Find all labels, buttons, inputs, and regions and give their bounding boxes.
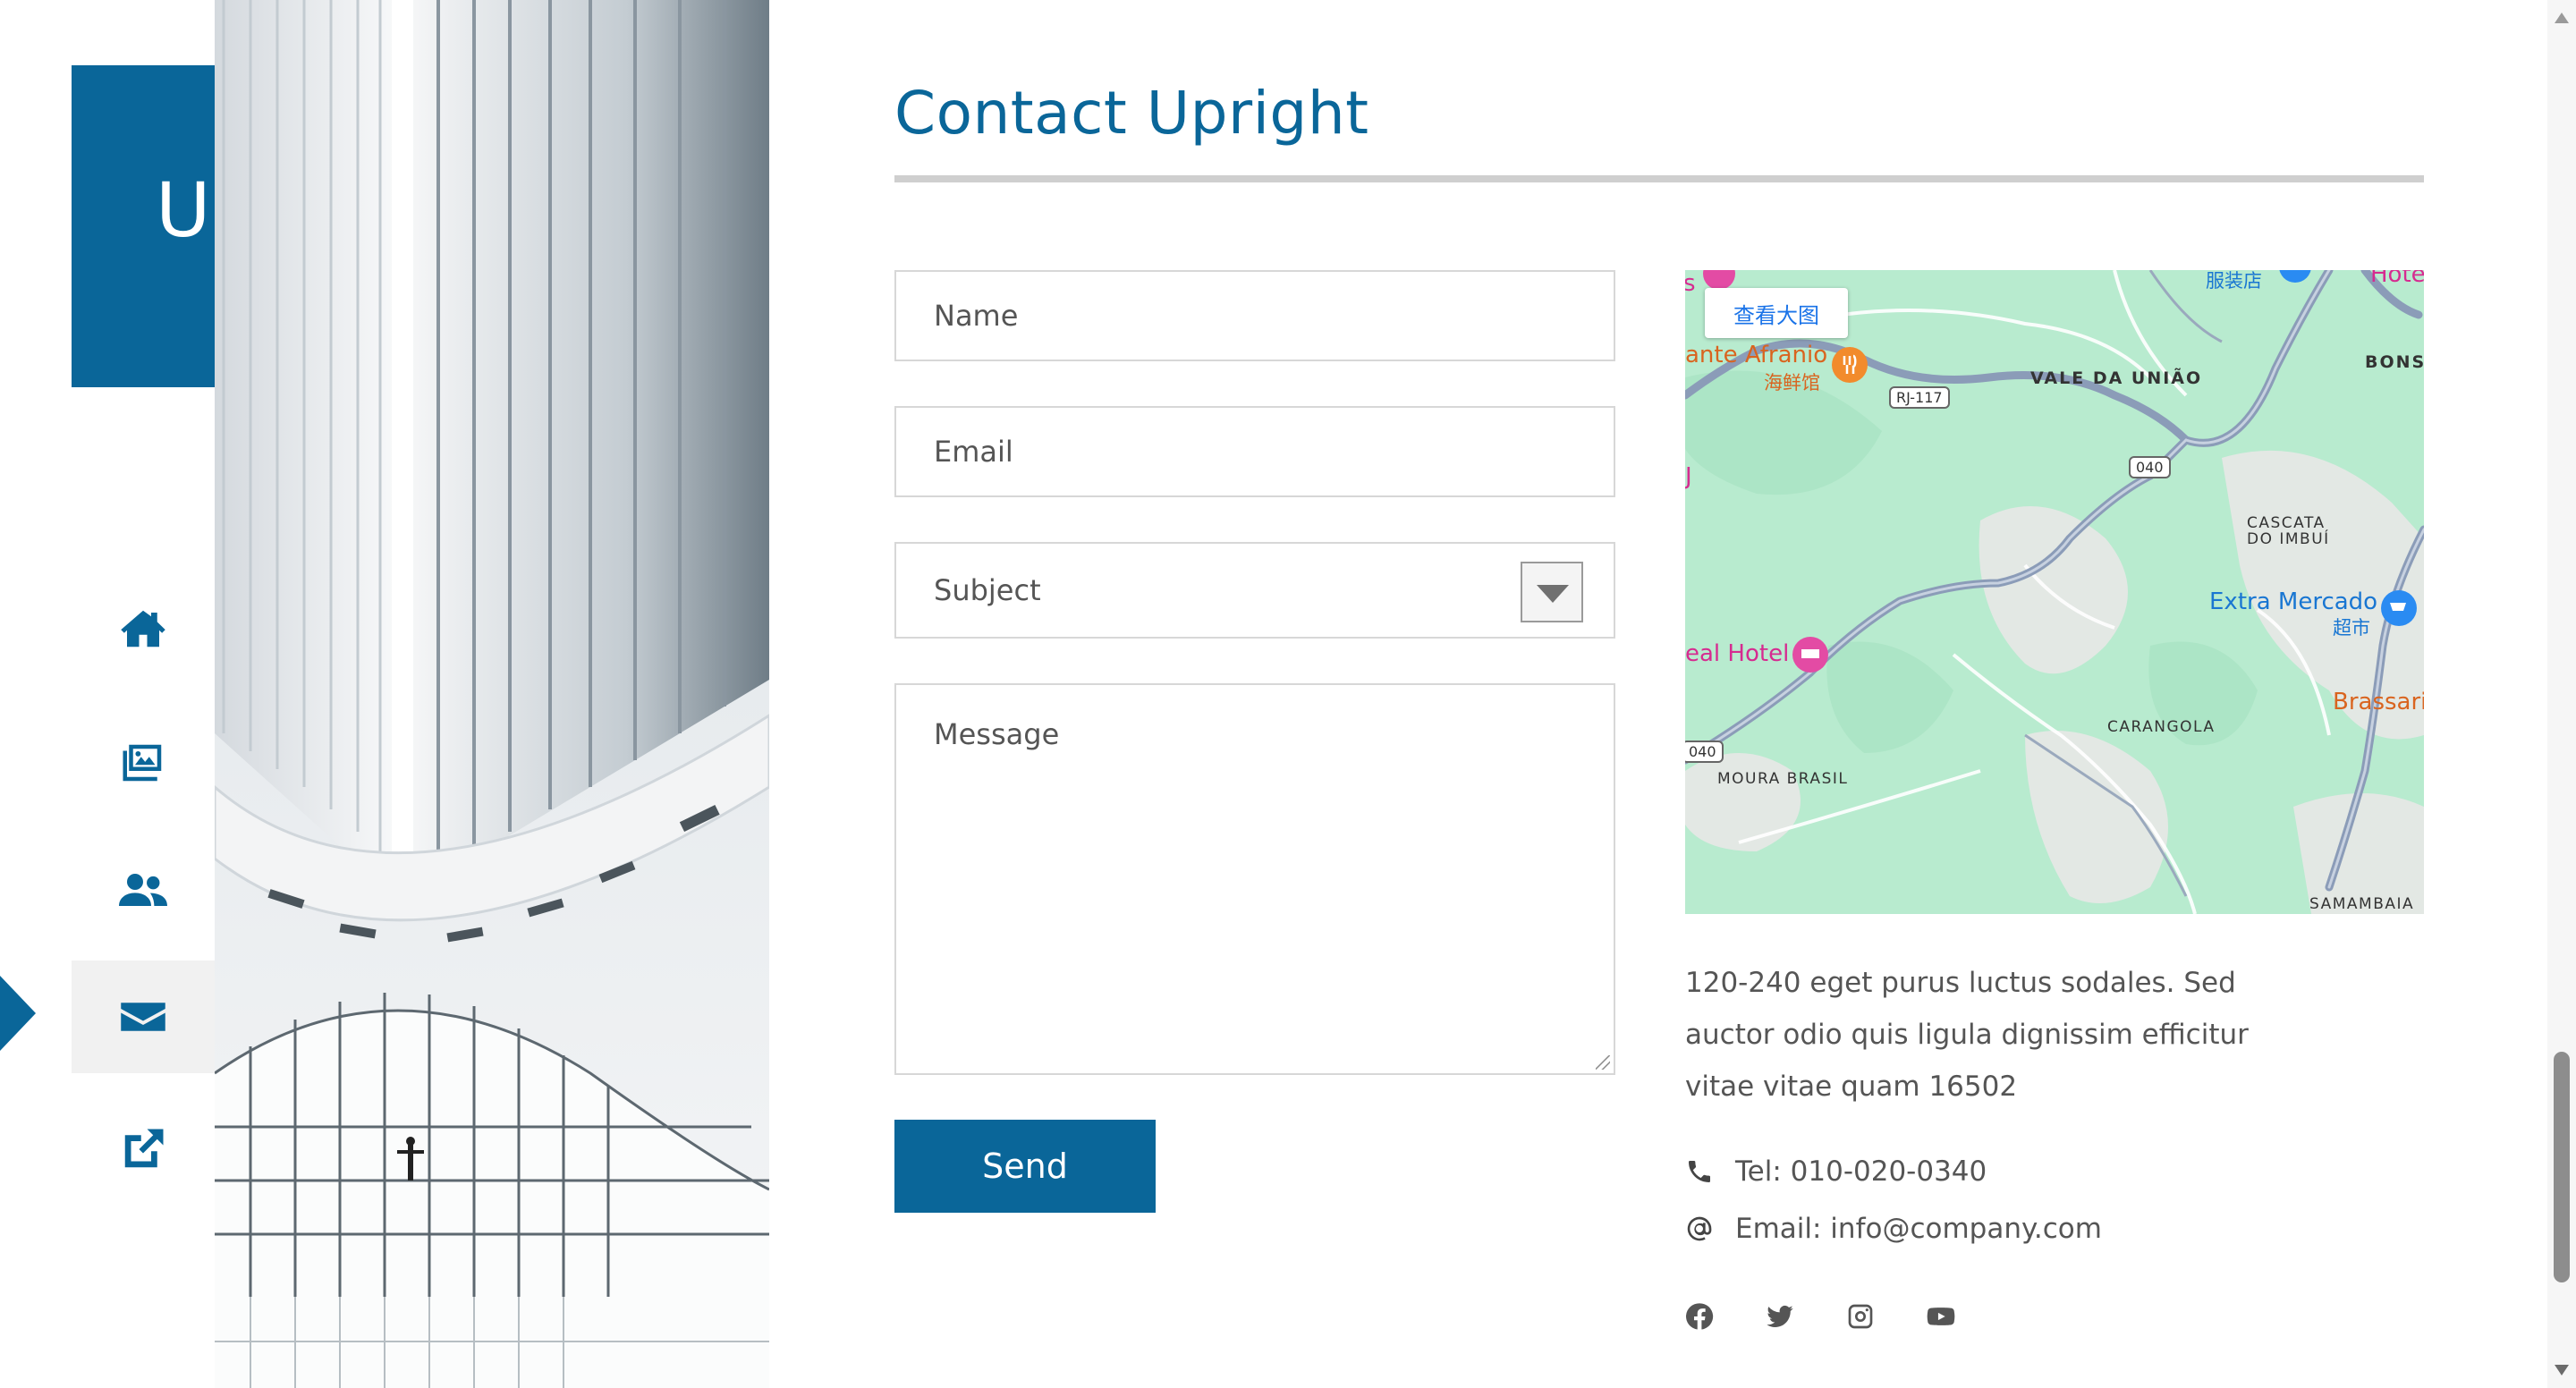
title-divider [894, 175, 2424, 182]
map-label-hote: Hote [2370, 270, 2424, 288]
chevron-down-icon[interactable] [1521, 562, 1583, 622]
scroll-down-arrow[interactable] [2555, 1365, 2569, 1375]
map-label-restaurant: ante Afranio [1685, 342, 1828, 368]
map-label-cascata-1: CASCATA [2247, 514, 2326, 532]
email-text: Email: info@company.com [1735, 1213, 2102, 1245]
scroll-thumb[interactable] [2554, 1052, 2570, 1282]
map-label-s: s [1685, 270, 1696, 297]
brand-letter: U [156, 166, 211, 254]
view-larger-map-button[interactable]: 查看大图 [1705, 288, 1848, 338]
nav-team[interactable] [72, 834, 215, 946]
subject-placeholder: Subject [934, 573, 1041, 607]
nav-home[interactable] [72, 572, 215, 685]
envelope-icon [121, 1003, 165, 1031]
youtube-icon[interactable] [1927, 1302, 1955, 1331]
message-textarea[interactable]: Message [894, 683, 1615, 1075]
road-shield-rj117: RJ-117 [1889, 386, 1950, 409]
message-placeholder: Message [934, 717, 1060, 751]
nav-gallery[interactable] [72, 707, 215, 819]
nav-external-link[interactable] [72, 1093, 215, 1206]
address-line: auctor odio quis ligula dignissim effici… [1685, 1019, 2249, 1051]
facebook-icon[interactable] [1685, 1302, 1714, 1331]
email-field[interactable]: Email [894, 406, 1615, 497]
map-label-samambaia: SAMAMBAIA [2309, 895, 2415, 913]
phone-text: Tel: 010-020-0340 [1735, 1155, 1987, 1188]
map[interactable]: 查看大图 s J 服装店 Hote ante Afranio 海鲜馆 RJ-11… [1685, 270, 2424, 914]
hero-image [215, 0, 769, 1388]
send-button[interactable]: Send [894, 1120, 1156, 1213]
brand-logo[interactable]: U [72, 65, 216, 387]
resize-handle[interactable] [1596, 1055, 1610, 1070]
map-label-moura-brasil: MOURA BRASIL [1717, 770, 1849, 788]
map-label-j: J [1685, 463, 1692, 490]
nav-contact[interactable] [72, 961, 215, 1073]
email-placeholder: Email [934, 435, 1013, 469]
at-sign-icon [1687, 1216, 1712, 1241]
map-label-extra-sub: 超市 [2333, 617, 2370, 639]
sidebar: U [0, 0, 216, 1388]
gallery-icon [123, 744, 162, 782]
road-shield-040-b: 040 [1685, 741, 1724, 763]
users-icon [119, 874, 167, 906]
external-link-icon [124, 1129, 164, 1168]
subject-select[interactable]: Subject [894, 542, 1615, 639]
address-block: 120-240 eget purus luctus sodales. Sed a… [1685, 957, 2258, 1113]
contact-phone: Tel: 010-020-0340 [1685, 1155, 1987, 1188]
map-label-vale-da-uniao: VALE DA UNIÃO [2030, 368, 2203, 388]
phone-icon [1689, 1161, 1710, 1182]
social-links [1685, 1302, 1955, 1331]
road-shield-040-a: 040 [2129, 456, 2171, 478]
map-label-hotel: eal Hotel [1685, 640, 1790, 667]
name-placeholder: Name [934, 299, 1019, 333]
map-label-extra-mercado: Extra Mercado [2209, 588, 2378, 615]
instagram-icon[interactable] [1846, 1302, 1875, 1331]
active-nav-pointer [0, 976, 36, 1051]
map-label-restaurant-sub: 海鲜馆 [1764, 372, 1820, 394]
address-line: vitae vitae quam 16502 [1685, 1071, 2018, 1103]
map-label-carangola: CARANGOLA [2107, 718, 2216, 736]
map-label-cascata-2: DO IMBUÍ [2247, 530, 2330, 548]
contact-email: Email: info@company.com [1685, 1213, 2102, 1245]
page-scrollbar[interactable] [2547, 0, 2576, 1388]
home-icon [121, 610, 165, 647]
map-label-clothing-store: 服装店 [2206, 270, 2262, 292]
page-title: Contact Upright [894, 79, 1369, 148]
name-field[interactable]: Name [894, 270, 1615, 361]
twitter-icon[interactable] [1766, 1302, 1794, 1331]
map-label-brassari: Brassari [2333, 689, 2424, 715]
map-label-bons: BONS [2365, 352, 2424, 372]
address-line: 120-240 eget purus luctus sodales. Sed [1685, 967, 2236, 999]
scroll-up-arrow[interactable] [2555, 13, 2569, 23]
